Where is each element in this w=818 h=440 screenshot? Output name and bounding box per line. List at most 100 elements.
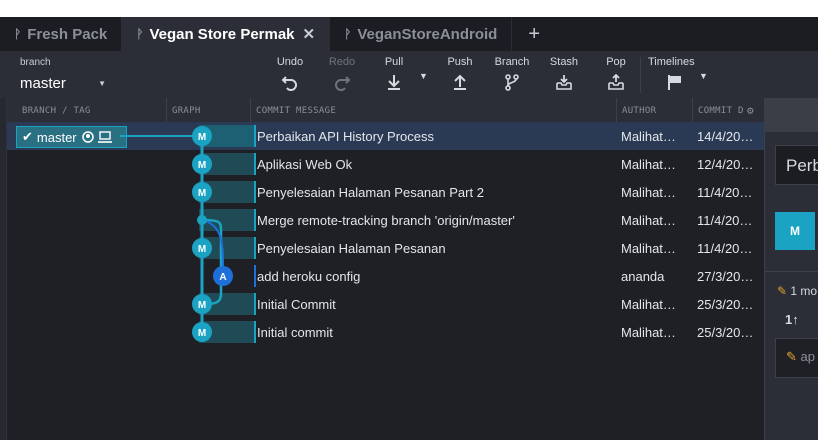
commit-message: Initial Commit (257, 297, 336, 312)
column-settings-gear-icon[interactable]: ⚙ (747, 104, 754, 117)
undo-button[interactable]: Undo (270, 56, 310, 91)
commit-row[interactable]: Initial commit Malihat… 25/3/20… (7, 318, 764, 346)
caret-down-icon: ▼ (98, 79, 106, 88)
column-divider[interactable] (250, 98, 251, 122)
commit-node[interactable] (213, 266, 233, 286)
commit-row[interactable]: Penyelesaian Halaman Pesanan Part 2 Mali… (7, 178, 764, 206)
push-arrow-up-icon (454, 74, 466, 90)
commit-message: Aplikasi Web Ok (257, 157, 353, 172)
commit-row[interactable]: Merge remote-tracking branch 'origin/mas… (7, 206, 764, 234)
commit-list-header: BRANCH / TAG GRAPH COMMIT MESSAGE AUTHOR… (7, 98, 764, 122)
commit-message: Merge remote-tracking branch 'origin/mas… (257, 213, 515, 228)
add-tab-button[interactable]: + (512, 17, 556, 51)
laptop-icon (97, 131, 112, 143)
pencil-icon: ✎ (777, 284, 788, 298)
commit-date: 27/3/20… (697, 269, 754, 284)
repo-branch-icon: ᚹ (136, 27, 144, 41)
commit-node[interactable] (192, 126, 212, 146)
column-commit-message[interactable]: COMMIT MESSAGE (256, 106, 336, 116)
toolbar: branch master ▼ Undo Redo Pull ▼ Push Br… (0, 51, 818, 98)
details-divider (765, 271, 818, 272)
close-tab-icon[interactable]: ✕ (303, 25, 316, 43)
undo-label: Undo (276, 56, 304, 68)
commit-node[interactable] (192, 238, 212, 258)
redo-button[interactable]: Redo (322, 56, 362, 91)
commit-author: Malihat… (621, 157, 676, 172)
commit-message: add heroku config (257, 269, 361, 284)
commit-row[interactable]: add heroku config ananda 27/3/20… (7, 262, 764, 290)
tab-label: VeganStoreAndroid (357, 25, 498, 43)
stash-button[interactable]: Stash (544, 56, 584, 91)
timelines-label: Timelines (648, 56, 695, 68)
timelines-button[interactable]: Timelines (648, 56, 700, 91)
branch-selector[interactable]: branch master ▼ (14, 55, 110, 95)
pull-options-caret-icon[interactable]: ▼ (419, 71, 428, 81)
pull-button[interactable]: Pull (374, 56, 414, 91)
commit-summary-field[interactable]: Perb (775, 145, 818, 185)
branch-icon (505, 74, 519, 91)
sort-icon[interactable]: 1↑ (785, 312, 799, 327)
repo-branch-icon: ᚹ (14, 27, 22, 41)
file-changes-count: 1 mo (790, 284, 818, 298)
toolbar-separator (640, 57, 641, 93)
push-button[interactable]: Push (440, 56, 480, 91)
column-branch-tag[interactable]: BRANCH / TAG (22, 106, 91, 116)
commit-message: Penyelesaian Halaman Pesanan Part 2 (257, 185, 484, 200)
left-sidebar-strip (0, 98, 7, 440)
commit-author: Malihat… (621, 129, 676, 144)
branch-button[interactable]: Branch (492, 56, 532, 91)
undo-icon (281, 76, 297, 91)
branch-tag-label: master (36, 129, 77, 145)
commit-node[interactable] (192, 294, 212, 314)
commit-date: 12/4/20… (697, 157, 754, 172)
tab-fresh-pack[interactable]: ᚹ Fresh Pack (0, 17, 123, 51)
commit-date: 25/3/20… (697, 297, 754, 312)
commit-author: Malihat… (621, 241, 676, 256)
tab-label: Vegan Store Permak (149, 25, 295, 43)
column-author[interactable]: AUTHOR (622, 106, 656, 116)
column-divider[interactable] (166, 98, 167, 122)
commit-author: ananda (621, 269, 665, 284)
branch-tag-master[interactable]: ✔ master (16, 126, 127, 148)
tab-vegan-store-android[interactable]: ᚹ VeganStoreAndroid (330, 17, 513, 51)
pop-icon (608, 73, 624, 90)
changed-file-item[interactable]: ✎ ap (775, 338, 818, 378)
commit-row[interactable]: Penyelesaian Halaman Pesanan Malihat… 11… (7, 234, 764, 262)
branch-label: Branch (494, 56, 530, 68)
changed-file-name: ap (800, 349, 815, 364)
commit-author: Malihat… (621, 213, 676, 228)
branch-selector-value: master (20, 75, 66, 92)
commit-row[interactable]: Aplikasi Web Ok Malihat… 12/4/20… (7, 150, 764, 178)
pull-label: Pull (384, 56, 404, 68)
commit-message: Penyelesaian Halaman Pesanan (257, 241, 446, 256)
commit-node[interactable] (192, 154, 212, 174)
commit-node[interactable] (192, 322, 212, 342)
repo-branch-icon: ᚹ (344, 27, 352, 41)
branch-selector-label: branch (20, 57, 51, 68)
stash-label: Stash (549, 56, 579, 68)
column-commit-date[interactable]: COMMIT D (698, 106, 744, 116)
commit-details-panel: Perb M ✎ 1 mo 1↑ ✎ ap (764, 98, 818, 440)
column-divider[interactable] (692, 98, 693, 122)
commit-message: Initial commit (257, 325, 333, 340)
commit-date: 11/4/20… (697, 213, 753, 228)
window-top-strip (0, 0, 818, 17)
file-changes-summary: ✎ 1 mo (777, 284, 817, 298)
commit-author: Malihat… (621, 325, 676, 340)
redo-label: Redo (328, 56, 356, 68)
commit-row[interactable]: Initial Commit Malihat… 25/3/20… (7, 290, 764, 318)
merge-commit-node[interactable] (197, 215, 207, 225)
commit-date: 14/4/20… (697, 129, 754, 144)
timelines-caret-icon[interactable]: ▼ (699, 71, 708, 81)
column-divider[interactable] (616, 98, 617, 122)
author-avatar: M (775, 212, 815, 250)
tab-vegan-store-permak[interactable]: ᚹ Vegan Store Permak ✕ (122, 17, 331, 51)
stash-icon (556, 75, 572, 90)
commit-date: 25/3/20… (697, 325, 754, 340)
details-panel-header (765, 98, 818, 132)
commit-node[interactable] (192, 182, 212, 202)
column-graph[interactable]: GRAPH (172, 106, 201, 116)
pop-button[interactable]: Pop (596, 56, 636, 91)
flag-icon (668, 75, 681, 90)
push-label: Push (447, 56, 473, 68)
